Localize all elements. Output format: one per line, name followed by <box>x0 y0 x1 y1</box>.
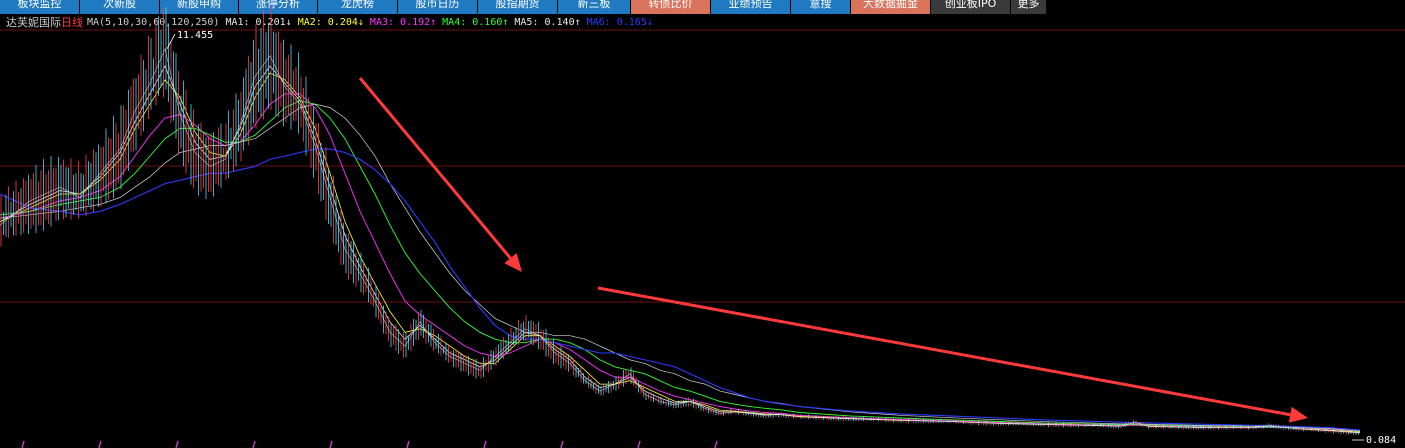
date-tick-8 <box>637 440 641 448</box>
date-tick-7 <box>560 440 564 448</box>
date-tick-0 <box>21 440 25 448</box>
series-line-ma6 <box>0 148 1361 431</box>
low-price-label: 0.084 <box>1366 435 1396 446</box>
date-tick-1 <box>98 440 102 448</box>
series-line-ma5 <box>0 103 1361 432</box>
date-tick-4 <box>329 440 333 448</box>
date-tick-6 <box>483 440 487 448</box>
trend-arrow-2-shaft <box>597 286 1291 417</box>
kline-chart: 11.455 0.084 <box>0 5 1405 448</box>
series-line-ma4 <box>0 100 1361 431</box>
high-price-label: 11.455 <box>177 30 213 41</box>
date-tick-2 <box>175 440 179 448</box>
date-tick-5 <box>406 440 410 448</box>
date-tick-3 <box>252 440 256 448</box>
trend-arrow-2-head <box>1288 406 1308 423</box>
series-line-ma2 <box>0 72 1361 433</box>
trend-arrow-1-shaft <box>358 77 512 260</box>
series-line-price <box>0 47 1361 434</box>
series-line-ma1 <box>0 65 1361 433</box>
date-tick-9 <box>714 440 718 448</box>
